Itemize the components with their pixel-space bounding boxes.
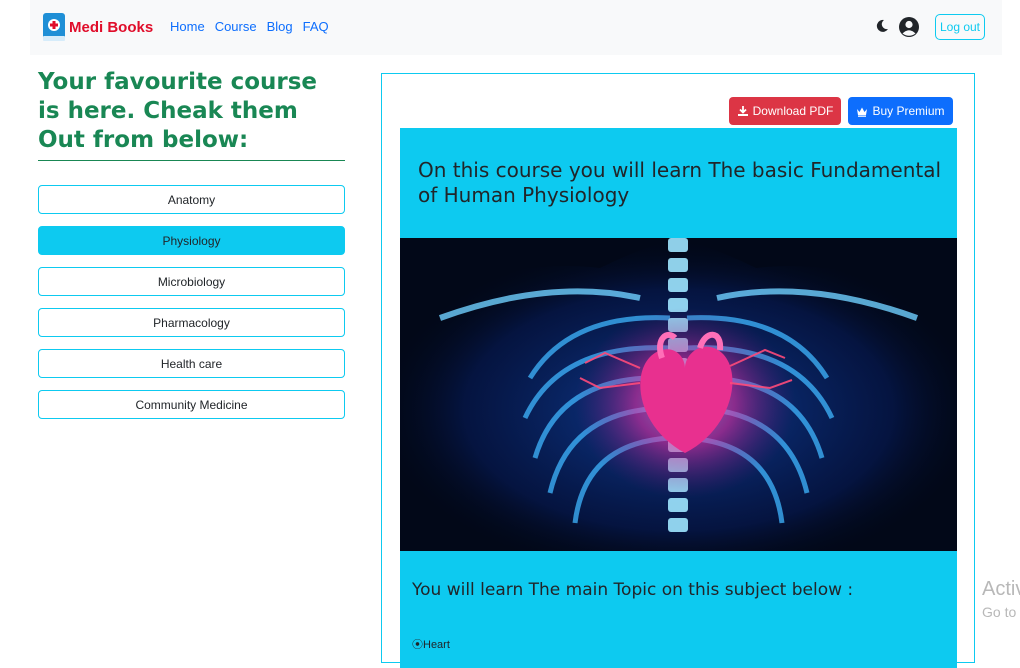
logout-button[interactable]: Log out [935,14,985,40]
book-medical-icon [42,12,66,42]
nav-link-blog[interactable]: Blog [267,19,293,34]
heading-divider [38,160,345,161]
buy-premium-button[interactable]: Buy Premium [848,97,953,125]
brand[interactable]: Medi Books [42,12,153,42]
heart-xray-image [400,238,957,551]
nav-link-home[interactable]: Home [170,19,205,34]
activation-watermark-sub: Go to [982,604,1017,620]
nav-links: Home Course Blog FAQ [170,19,329,34]
brand-name: Medi Books [69,18,154,36]
crown-icon [857,107,868,117]
course-button-physiology[interactable]: Physiology [38,226,345,255]
download-pdf-label: Download PDF [752,104,834,118]
download-pdf-button[interactable]: Download PDF [729,97,841,125]
course-title: On this course you will learn The basic … [418,158,942,207]
nav-link-faq[interactable]: FAQ [303,19,329,34]
navbar: Medi Books Home Course Blog FAQ Log out [30,0,1002,55]
course-button-pharmacology[interactable]: Pharmacology [38,308,345,337]
topic-item: ⦿Heart [412,636,450,652]
course-button-microbiology[interactable]: Microbiology [38,267,345,296]
course-card: On this course you will learn The basic … [400,128,957,668]
topic-label: Heart [423,639,450,651]
glowing-heart-xray-icon [400,238,957,551]
file-pdf-icon [737,106,748,116]
course-button-health-care[interactable]: Health care [38,349,345,378]
course-button-anatomy[interactable]: Anatomy [38,185,345,214]
activation-watermark: Activ [982,578,1020,600]
topic-marker: ⦿ [412,639,423,651]
sidebar-heading: Your favourite course is here. Cheak the… [38,69,318,153]
buy-premium-label: Buy Premium [872,104,945,118]
moon-icon[interactable] [875,19,889,33]
course-list: Anatomy Physiology Microbiology Pharmaco… [38,185,346,419]
user-circle-icon[interactable] [898,16,920,38]
nav-link-course[interactable]: Course [215,19,257,34]
course-panel: Download PDF Buy Premium On this course … [381,73,975,668]
topics-subtitle: You will learn The main Topic on this su… [412,580,854,600]
sidebar: Your favourite course is here. Cheak the… [38,68,346,431]
course-button-community-medicine[interactable]: Community Medicine [38,390,345,419]
